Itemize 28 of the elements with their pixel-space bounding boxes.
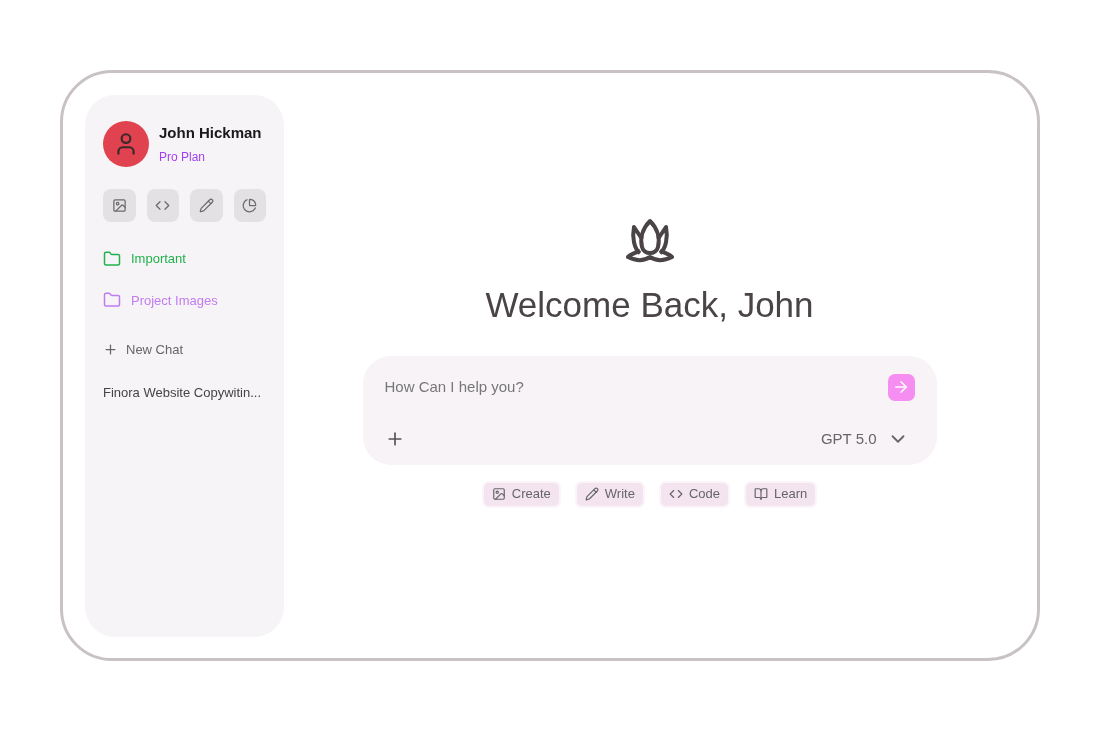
quick-action-button[interactable]: Learn xyxy=(744,480,818,508)
quick-action-button[interactable]: Create xyxy=(481,480,561,508)
pencil-icon xyxy=(584,487,599,501)
send-button[interactable] xyxy=(887,373,915,401)
pie-chart-icon xyxy=(242,198,258,213)
new-chat-button[interactable]: New Chat xyxy=(103,340,266,360)
tool-button[interactable] xyxy=(146,189,179,222)
quick-action-button[interactable]: Write xyxy=(574,480,645,508)
tool-button[interactable] xyxy=(103,189,136,222)
user-name: John Hickman xyxy=(159,122,262,143)
pencil-icon xyxy=(198,198,214,213)
plan-label: Pro Plan xyxy=(159,149,207,167)
book-icon xyxy=(754,487,768,501)
folder-item[interactable]: Important xyxy=(103,249,266,269)
tool-button[interactable] xyxy=(190,189,223,222)
welcome-heading: Welcome Back, John xyxy=(485,284,814,326)
code-icon xyxy=(155,198,171,213)
code-icon xyxy=(668,487,683,501)
model-selector[interactable]: GPT 5.0 xyxy=(820,428,915,451)
folder-item[interactable]: Project Images xyxy=(103,290,266,310)
plus-icon xyxy=(103,342,118,358)
quick-action-button[interactable]: Code xyxy=(658,480,730,508)
prompt-input[interactable]: How Can I help you? xyxy=(384,375,888,399)
arrow-right-icon xyxy=(892,378,910,396)
picture-icon xyxy=(491,487,506,501)
picture-icon xyxy=(111,198,127,213)
chat-history-item[interactable]: Finora Website Copywitin... xyxy=(103,382,266,402)
tool-button[interactable] xyxy=(233,189,266,222)
